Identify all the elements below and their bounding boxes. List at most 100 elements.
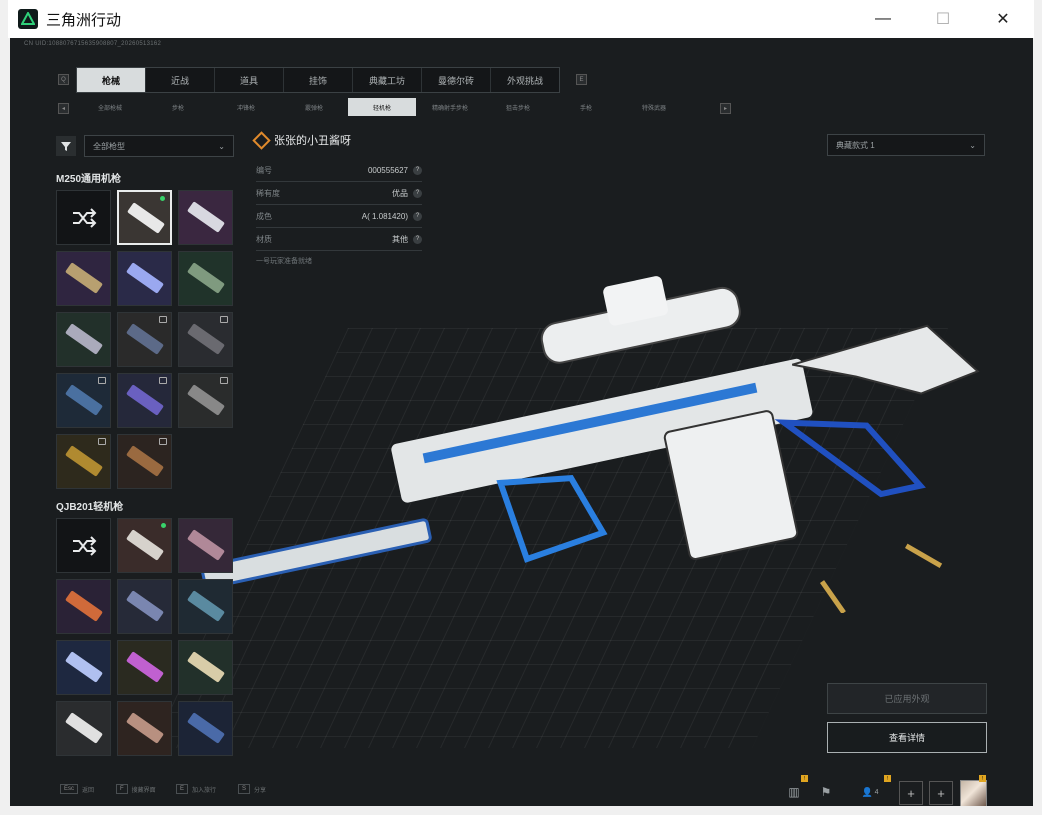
rarity-diamond-icon	[252, 130, 271, 150]
subtab-dmr[interactable]: 精确射手步枪	[416, 98, 484, 116]
subtab-shotgun[interactable]: 霰弹枪	[280, 98, 348, 116]
skin-grid-m250	[56, 190, 233, 489]
filter-icon	[61, 142, 71, 151]
info-row-material: 材质 其他?	[256, 228, 422, 251]
hint-join-trip[interactable]: E 加入旅行	[176, 784, 216, 794]
hint-collection[interactable]: F 搜藏界面	[116, 784, 156, 794]
skin-slot[interactable]	[178, 373, 233, 428]
skin-slot[interactable]	[56, 579, 111, 634]
tab-collection-workshop[interactable]: 典藏工坊	[353, 68, 422, 92]
app-logo-icon	[18, 9, 38, 29]
subtab-sniper[interactable]: 狙击步枪	[484, 98, 552, 116]
view-details-button[interactable]: 查看详情	[827, 722, 987, 753]
minimize-button[interactable]: —	[860, 0, 906, 38]
subtab-rifle[interactable]: 步枪	[144, 98, 212, 116]
tab-melee[interactable]: 近战	[146, 68, 215, 92]
skin-slot[interactable]	[117, 312, 172, 367]
filter-select-label: 全部枪型	[93, 141, 125, 151]
skin-slot[interactable]	[56, 434, 111, 489]
lock-icon	[98, 377, 106, 384]
subtab-lmg[interactable]: 轻机枪	[348, 98, 416, 116]
lock-icon	[98, 438, 106, 445]
lock-icon	[220, 377, 228, 384]
stats-icon[interactable]: ▥	[783, 781, 805, 803]
skin-slot[interactable]	[56, 640, 111, 695]
help-icon[interactable]: ?	[413, 211, 422, 221]
random-skin-button[interactable]	[56, 518, 111, 573]
skin-slot[interactable]	[56, 312, 111, 367]
lock-icon	[220, 316, 228, 323]
skin-slot[interactable]	[117, 701, 172, 756]
subtab-all[interactable]: 全部枪械	[76, 98, 144, 116]
window-titlebar: 三角洲行动 — ☐ ✕	[8, 0, 1034, 38]
info-row-wear: 成色 A( 1.081420)?	[256, 205, 422, 228]
maximize-button[interactable]: ☐	[920, 0, 966, 38]
skin-slot[interactable]	[178, 701, 233, 756]
skin-slot[interactable]	[56, 373, 111, 428]
skin-slot[interactable]	[117, 373, 172, 428]
tab-mandel-brick[interactable]: 曼德尔砖	[422, 68, 491, 92]
lock-icon	[159, 316, 167, 323]
avatar[interactable]	[960, 780, 987, 806]
help-icon[interactable]: ?	[413, 188, 422, 198]
tab-charms[interactable]: 挂饰	[284, 68, 353, 92]
skin-slot[interactable]	[178, 190, 233, 245]
notice-badge: !	[801, 775, 808, 782]
subtab-smg[interactable]: 冲锋枪	[212, 98, 280, 116]
skin-grid-qjb201	[56, 518, 233, 756]
skin-slot[interactable]	[178, 312, 233, 367]
skin-slot[interactable]	[117, 579, 172, 634]
skin-slot[interactable]	[117, 190, 172, 245]
notice-badge: !	[979, 775, 986, 782]
chevron-down-icon: ⌄	[218, 141, 225, 151]
player-uid: CN UID:1088076715635908807_20260513162	[24, 41, 162, 47]
subtab-pistol[interactable]: 手枪	[552, 98, 620, 116]
add-friend-button[interactable]: +	[899, 781, 923, 805]
equipped-dot-icon	[160, 196, 165, 201]
window-title: 三角洲行动	[46, 11, 122, 29]
flag-icon[interactable]: ⚑	[815, 781, 837, 803]
skin-slot[interactable]	[178, 251, 233, 306]
weapon-render[interactable]	[160, 233, 1020, 613]
key-d-hint: ▸	[720, 103, 731, 114]
subtab-special[interactable]: 特殊武器	[620, 98, 688, 116]
help-icon[interactable]: ?	[413, 165, 422, 175]
skin-slot[interactable]	[56, 701, 111, 756]
game-viewport: CN UID:1088076715635908807_20260513162 Q…	[10, 38, 1033, 806]
key-a-hint: ◂	[58, 103, 69, 114]
close-button[interactable]: ✕	[980, 0, 1026, 38]
weapon-filter-select[interactable]: 全部枪型 ⌄	[84, 135, 234, 157]
key-q-hint: Q	[58, 74, 69, 85]
skin-info-table: 编号 000555627? 稀有度 优品? 成色 A( 1.081420)? 材…	[256, 159, 422, 251]
group-title-m250: M250通用机枪	[56, 174, 122, 185]
style-select-label: 典藏款式 1	[836, 140, 875, 150]
help-icon[interactable]: ?	[413, 234, 422, 244]
skin-slot[interactable]	[117, 518, 172, 573]
skin-slot[interactable]	[178, 579, 233, 634]
group-title-qjb201: QJB201轻机枪	[56, 502, 124, 513]
skin-slot[interactable]	[178, 640, 233, 695]
friends-button[interactable]: 👤 4	[856, 781, 884, 803]
random-skin-button[interactable]	[56, 190, 111, 245]
info-row-serial: 编号 000555627?	[256, 159, 422, 182]
tab-items[interactable]: 道具	[215, 68, 284, 92]
info-row-rarity: 稀有度 优品?	[256, 182, 422, 205]
skin-note: 一号玩家准备就绪	[256, 258, 312, 265]
skin-slot[interactable]	[56, 251, 111, 306]
tab-firearms[interactable]: 枪械	[77, 68, 146, 92]
person-icon: 👤	[861, 786, 873, 797]
shuffle-icon	[72, 207, 96, 228]
hint-back[interactable]: Esc 返回	[60, 784, 94, 794]
add-party-button[interactable]: +	[929, 781, 953, 805]
tab-appearance-challenge[interactable]: 外观挑战	[491, 68, 559, 92]
hint-share[interactable]: S 分享	[238, 784, 266, 794]
skin-slot[interactable]	[117, 640, 172, 695]
collection-style-select[interactable]: 典藏款式 1 ⌄	[827, 134, 985, 156]
lock-icon	[159, 377, 167, 384]
skin-name-text: 张张的小丑酱呀	[274, 135, 351, 147]
filter-button[interactable]	[56, 136, 76, 156]
skin-slot[interactable]	[117, 251, 172, 306]
skin-slot[interactable]	[178, 518, 233, 573]
applied-appearance-button[interactable]: 已应用外观	[827, 683, 987, 714]
skin-slot[interactable]	[117, 434, 172, 489]
